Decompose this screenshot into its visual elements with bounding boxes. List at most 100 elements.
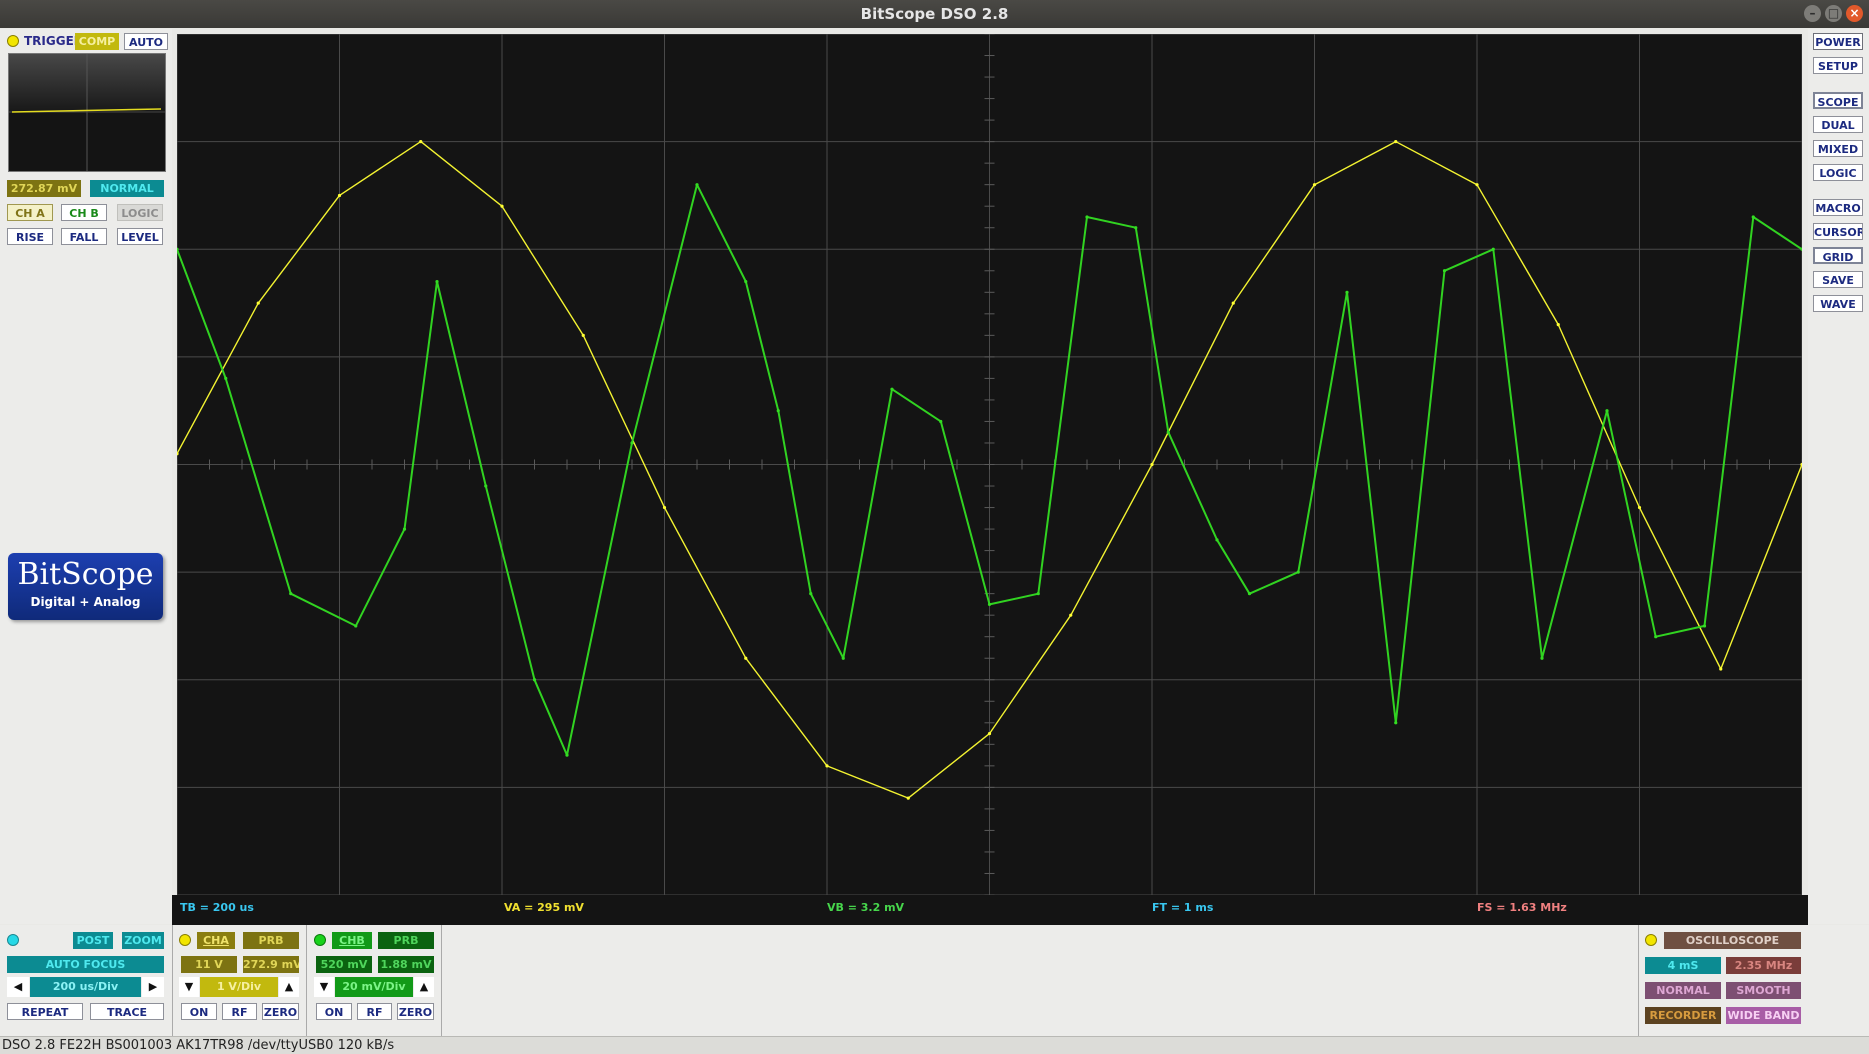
wide-band-button[interactable]: WIDE BAND — [1726, 1007, 1801, 1024]
source-logic-button[interactable]: LOGIC — [117, 204, 163, 221]
auto-button[interactable]: AUTO — [124, 33, 168, 50]
wave-button[interactable]: WAVE — [1813, 295, 1863, 312]
trace-point-cha — [906, 796, 910, 800]
timebase-readout: TB = 200 us — [180, 901, 254, 914]
auto-focus-button[interactable]: AUTO FOCUS — [7, 956, 164, 973]
recorder-button[interactable]: RECORDER — [1645, 1007, 1721, 1024]
chb-div-value[interactable]: 20 mV/Div — [335, 977, 413, 997]
divider — [306, 925, 307, 1036]
trigger-level-value[interactable]: 272.87 mV — [7, 180, 81, 197]
chb-range-value[interactable]: 520 mV — [316, 956, 372, 973]
trace-point-cha — [1394, 140, 1398, 144]
timebase-led-icon — [7, 934, 19, 946]
trace-point-chb — [1085, 215, 1089, 219]
va-readout: VA = 295 mV — [504, 901, 584, 914]
cha-range-value[interactable]: 11 V — [181, 956, 237, 973]
trace-point-cha — [1069, 613, 1073, 617]
rise-button[interactable]: RISE — [7, 228, 53, 245]
smooth-button[interactable]: SMOOTH — [1726, 982, 1801, 999]
status-bar: DSO 2.8 FE22H BS001003 AK17TR98 /dev/tty… — [0, 1036, 1869, 1054]
chb-on-button[interactable]: ON — [316, 1003, 352, 1020]
window-title: BitScope DSO 2.8 — [860, 5, 1009, 23]
trace-point-chb — [1036, 592, 1040, 596]
trace-point-cha — [1312, 183, 1317, 187]
chb-zero-button[interactable]: ZERO — [397, 1003, 434, 1020]
chb-up-arrow-icon[interactable]: ▲ — [414, 977, 434, 997]
source-chb-button[interactable]: CH B — [61, 204, 107, 221]
trace-point-cha — [825, 764, 829, 768]
oscilloscope-mode-button[interactable]: OSCILLOSCOPE — [1664, 932, 1801, 949]
cha-button[interactable]: CHA — [197, 932, 235, 949]
cha-div-value[interactable]: 1 V/Div — [200, 977, 278, 997]
zoom-button[interactable]: ZOOM — [122, 932, 164, 949]
dual-button[interactable]: DUAL — [1813, 116, 1863, 133]
trace-point-chb — [289, 592, 293, 596]
trace-point-cha — [419, 140, 423, 144]
trace-point-chb — [1166, 430, 1170, 434]
title-bar: BitScope DSO 2.8 – □ × — [0, 0, 1869, 28]
chb-probe-button[interactable]: PRB — [378, 932, 434, 949]
chb-button[interactable]: CHB — [332, 932, 372, 949]
grid-button[interactable]: GRID — [1813, 247, 1863, 264]
cha-on-button[interactable]: ON — [181, 1003, 217, 1020]
cha-down-arrow-icon[interactable]: ▼ — [179, 977, 199, 997]
macro-button[interactable]: MACRO — [1813, 199, 1863, 216]
trace-point-chb — [776, 409, 780, 413]
trigger-status: NORMAL — [90, 180, 164, 197]
chb-rf-button[interactable]: RF — [357, 1003, 392, 1020]
scope-button[interactable]: SCOPE — [1813, 92, 1863, 109]
cha-rf-button[interactable]: RF — [222, 1003, 257, 1020]
repeat-button[interactable]: REPEAT — [7, 1003, 83, 1020]
comp-button[interactable]: COMP — [75, 33, 119, 50]
trace-point-chb — [1442, 269, 1447, 273]
cha-offset-value[interactable]: 272.9 mV — [243, 956, 299, 973]
divider — [1638, 925, 1639, 1036]
trigger-preview — [8, 53, 166, 172]
chb-offset-value[interactable]: 1.88 mV — [378, 956, 434, 973]
logic-button[interactable]: LOGIC — [1813, 164, 1863, 181]
logo-tagline: Digital + Analog — [30, 595, 141, 609]
cha-zero-button[interactable]: ZERO — [262, 1003, 299, 1020]
timebase-left-arrow-icon[interactable]: ◀ — [7, 977, 29, 997]
chb-down-arrow-icon[interactable]: ▼ — [314, 977, 334, 997]
level-button[interactable]: LEVEL — [117, 228, 163, 245]
trace-point-chb — [224, 376, 228, 380]
save-button[interactable]: SAVE — [1813, 271, 1863, 288]
mixed-button[interactable]: MIXED — [1813, 140, 1863, 157]
trace-point-chb — [402, 527, 407, 531]
trace-point-chb — [1134, 226, 1138, 230]
trace-button[interactable]: TRACE — [90, 1003, 164, 1020]
trace-point-chb — [809, 592, 813, 596]
rate-value[interactable]: 2.35 MHz — [1726, 957, 1801, 974]
left-panel: TRIGGER COMP AUTO 272.87 mV NORMAL CH A … — [0, 29, 172, 924]
scope-chart[interactable] — [175, 33, 1804, 896]
right-panel: POWER SETUP SCOPE DUAL MIXED LOGIC MACRO… — [1808, 29, 1869, 924]
normal-button[interactable]: NORMAL — [1645, 982, 1721, 999]
timebase-right-arrow-icon[interactable]: ▶ — [142, 977, 164, 997]
chb-led-icon — [314, 934, 326, 946]
close-icon[interactable]: × — [1846, 5, 1863, 22]
maximize-icon[interactable]: □ — [1825, 5, 1842, 22]
cha-probe-button[interactable]: PRB — [243, 932, 299, 949]
duration-value[interactable]: 4 mS — [1645, 957, 1721, 974]
timebase-div-value[interactable]: 200 us/Div — [30, 977, 141, 997]
cursor-button[interactable]: CURSOR — [1813, 223, 1863, 240]
trace-point-cha — [1556, 322, 1560, 327]
trace-point-chb — [1491, 247, 1495, 251]
trace-point-chb — [1605, 409, 1609, 413]
trace-point-chb — [841, 656, 845, 660]
source-cha-button[interactable]: CH A — [7, 204, 53, 221]
minimize-icon[interactable]: – — [1804, 5, 1821, 22]
post-button[interactable]: POST — [73, 932, 113, 949]
power-button[interactable]: POWER — [1813, 33, 1863, 50]
trace-point-cha — [1150, 462, 1154, 467]
display-led-icon — [1645, 934, 1657, 946]
trace-point-chb — [1345, 290, 1349, 294]
scope-display[interactable] — [175, 33, 1804, 896]
cha-up-arrow-icon[interactable]: ▲ — [279, 977, 299, 997]
fall-button[interactable]: FALL — [61, 228, 107, 245]
trace-point-chb — [354, 624, 358, 628]
setup-button[interactable]: SETUP — [1813, 57, 1863, 74]
divider — [172, 925, 173, 1036]
trace-point-cha — [1231, 301, 1235, 305]
